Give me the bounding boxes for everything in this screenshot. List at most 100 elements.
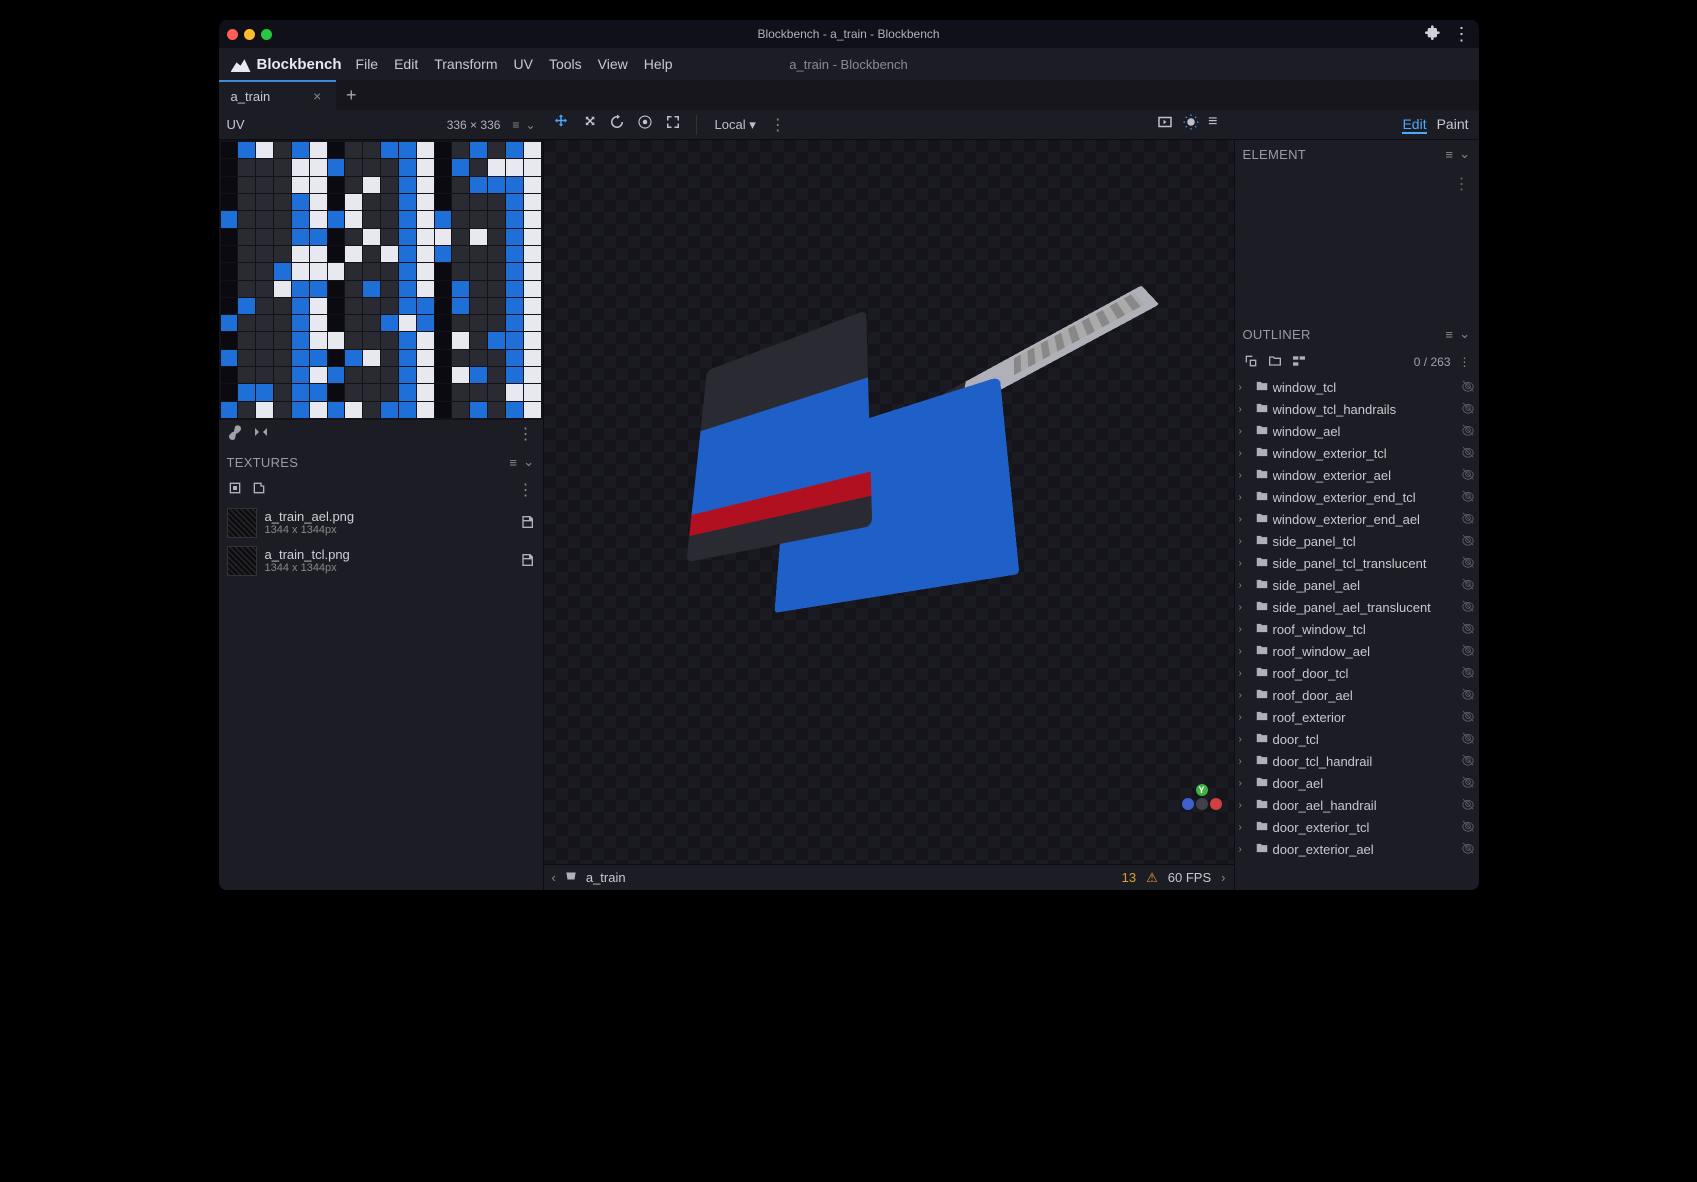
tab-a-train[interactable]: a_train × [219, 80, 337, 110]
outliner-item[interactable]: › window_ael [1235, 420, 1479, 442]
element-more-icon[interactable]: ⋮ [1454, 174, 1471, 194]
rotate-tool-icon[interactable] [608, 113, 626, 136]
uv-more-icon[interactable]: ⋮ [518, 424, 535, 444]
toggle-options-icon[interactable] [1291, 353, 1307, 372]
chevron-right-icon[interactable]: › [1239, 668, 1251, 679]
visibility-icon[interactable] [1461, 709, 1475, 726]
vertex-snap-icon[interactable] [664, 113, 682, 136]
chevron-right-icon[interactable]: › [1239, 822, 1251, 833]
visibility-icon[interactable] [1461, 401, 1475, 418]
outliner-item[interactable]: › roof_window_tcl [1235, 618, 1479, 640]
outliner-item[interactable]: › side_panel_tcl [1235, 530, 1479, 552]
mode-paint-tab[interactable]: Paint [1437, 116, 1469, 134]
visibility-icon[interactable] [1461, 775, 1475, 792]
save-icon[interactable] [519, 552, 535, 571]
visibility-icon[interactable] [1461, 555, 1475, 572]
visibility-icon[interactable] [1461, 841, 1475, 858]
import-texture-icon[interactable] [227, 480, 243, 501]
add-group-icon[interactable] [1267, 353, 1283, 372]
visibility-icon[interactable] [1461, 489, 1475, 506]
chevron-right-icon[interactable]: › [1239, 404, 1251, 415]
outliner-item[interactable]: › door_exterior_tcl [1235, 816, 1479, 838]
minimize-window-button[interactable] [244, 29, 255, 40]
close-window-button[interactable] [227, 29, 238, 40]
axis-z-icon[interactable] [1182, 798, 1194, 810]
outliner-item[interactable]: › window_exterior_end_tcl [1235, 486, 1479, 508]
visibility-icon[interactable] [1461, 621, 1475, 638]
chevron-right-icon[interactable]: › [1239, 800, 1251, 811]
3d-viewport[interactable]: Y [544, 140, 1234, 864]
transform-space-dropdown[interactable]: Local ▾ [711, 115, 760, 135]
resize-tool-icon[interactable] [580, 113, 598, 136]
outliner-item[interactable]: › window_tcl_handrails [1235, 398, 1479, 420]
textures-more-icon[interactable]: ⋮ [518, 480, 535, 500]
maximize-window-button[interactable] [261, 29, 272, 40]
outliner-item[interactable]: › side_panel_ael [1235, 574, 1479, 596]
pivot-tool-icon[interactable] [636, 113, 654, 136]
create-texture-icon[interactable] [251, 480, 267, 501]
warning-count[interactable]: 13 [1122, 870, 1136, 885]
save-icon[interactable] [519, 514, 535, 533]
chevron-right-icon[interactable]: › [1221, 870, 1225, 885]
menu-edit[interactable]: Edit [386, 52, 426, 76]
chevron-right-icon[interactable]: › [1239, 646, 1251, 657]
link-icon[interactable] [227, 424, 243, 445]
chevron-right-icon[interactable]: › [1239, 690, 1251, 701]
outliner-item[interactable]: › window_tcl [1235, 376, 1479, 398]
visibility-icon[interactable] [1461, 423, 1475, 440]
uv-editor[interactable] [219, 140, 543, 420]
menu-tools[interactable]: Tools [541, 52, 590, 76]
chevron-down-icon[interactable]: ⌄ [525, 118, 535, 132]
outliner-item[interactable]: › door_tcl_handrail [1235, 750, 1479, 772]
outliner-item[interactable]: › roof_exterior [1235, 706, 1479, 728]
chevron-right-icon[interactable]: › [1239, 734, 1251, 745]
hamburger-icon[interactable]: ≡ [1208, 113, 1217, 136]
visibility-icon[interactable] [1461, 731, 1475, 748]
extension-icon[interactable] [1425, 24, 1441, 45]
chevron-right-icon[interactable]: › [1239, 382, 1251, 393]
visibility-icon[interactable] [1461, 753, 1475, 770]
chevron-right-icon[interactable]: › [1239, 624, 1251, 635]
menu-transform[interactable]: Transform [426, 52, 505, 76]
axis-x-icon[interactable] [1210, 798, 1222, 810]
visibility-icon[interactable] [1461, 797, 1475, 814]
chevron-down-icon[interactable]: ⌄ [1459, 326, 1470, 342]
axis-gizmo[interactable]: Y [1182, 784, 1222, 824]
menu-view[interactable]: View [590, 52, 636, 76]
texture-item[interactable]: a_train_ael.png 1344 x 1344px [219, 504, 543, 542]
visibility-icon[interactable] [1461, 577, 1475, 594]
chevron-right-icon[interactable]: › [1239, 580, 1251, 591]
texture-item[interactable]: a_train_tcl.png 1344 x 1344px [219, 542, 543, 580]
visibility-icon[interactable] [1461, 599, 1475, 616]
visibility-icon[interactable] [1461, 445, 1475, 462]
chevron-right-icon[interactable]: › [1239, 756, 1251, 767]
outliner-item[interactable]: › door_ael_handrail [1235, 794, 1479, 816]
chevron-right-icon[interactable]: › [1239, 470, 1251, 481]
menu-uv[interactable]: UV [506, 52, 541, 76]
chevron-right-icon[interactable]: › [1239, 426, 1251, 437]
outliner-item[interactable]: › window_exterior_ael [1235, 464, 1479, 486]
menu-help[interactable]: Help [636, 52, 681, 76]
outliner-item[interactable]: › roof_door_ael [1235, 684, 1479, 706]
screenshot-icon[interactable] [1156, 113, 1174, 136]
toolbar-more-icon[interactable]: ⋮ [770, 115, 786, 135]
outliner-item[interactable]: › door_exterior_ael [1235, 838, 1479, 860]
visibility-icon[interactable] [1461, 533, 1475, 550]
chevron-right-icon[interactable]: › [1239, 514, 1251, 525]
visibility-icon[interactable] [1461, 467, 1475, 484]
more-icon[interactable]: ⋮ [1453, 24, 1471, 45]
outliner-item[interactable]: › roof_window_ael [1235, 640, 1479, 662]
visibility-icon[interactable] [1461, 687, 1475, 704]
visibility-icon[interactable] [1461, 665, 1475, 682]
axis-center-icon[interactable] [1196, 798, 1208, 810]
visibility-icon[interactable] [1461, 379, 1475, 396]
uv-overlay-icon[interactable]: ≡ [512, 118, 519, 132]
chevron-left-icon[interactable]: ‹ [552, 870, 556, 885]
warning-icon[interactable]: ⚠ [1146, 870, 1158, 886]
chevron-right-icon[interactable]: › [1239, 712, 1251, 723]
outliner-item[interactable]: › side_panel_tcl_translucent [1235, 552, 1479, 574]
visibility-icon[interactable] [1461, 643, 1475, 660]
chevron-right-icon[interactable]: › [1239, 844, 1251, 855]
move-tool-icon[interactable] [552, 113, 570, 136]
add-cube-icon[interactable] [1243, 353, 1259, 372]
